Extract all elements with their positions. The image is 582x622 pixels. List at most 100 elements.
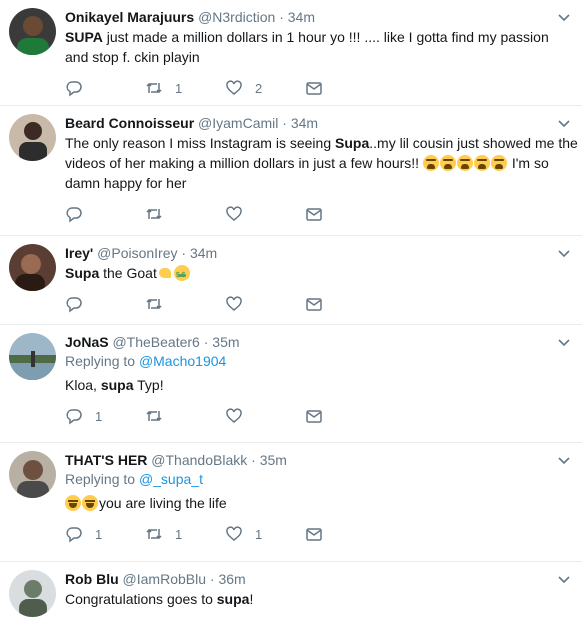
mention-link[interactable]: @_supa_t [139, 471, 203, 487]
retweet-button[interactable] [145, 205, 225, 223]
username[interactable]: @IamRobBlu [123, 571, 206, 587]
highlight-term: SUPA [65, 29, 103, 45]
tweet-actions: 1 1 1 [65, 517, 570, 551]
retweet-button[interactable]: 1 [145, 525, 225, 543]
tweet[interactable]: JoNaS @TheBeater6 · 35m Replying to @Mac… [0, 325, 582, 443]
tweet-text-part: and stop f. ckin playin [65, 49, 200, 65]
reply-button[interactable]: 1 [65, 407, 145, 425]
timestamp[interactable]: 34m [291, 115, 318, 131]
display-name[interactable]: Irey' [65, 245, 93, 261]
tweet-actions: 1 2 [65, 71, 570, 105]
tweet-text: you are living the life [65, 493, 570, 513]
username[interactable]: @IyamCamil [198, 115, 278, 131]
reply-button[interactable] [65, 295, 145, 313]
tweet[interactable]: Onikayel Marajuurs @N3rdiction · 34m SUP… [0, 0, 582, 106]
tweet[interactable]: Irey' @PoisonIrey · 34m Supa the Goat [0, 236, 582, 325]
avatar[interactable] [9, 244, 56, 291]
direct-message-button[interactable] [305, 205, 335, 223]
tweet-text: The only reason I miss Instagram is seei… [65, 133, 578, 193]
display-name[interactable]: THAT'S HER [65, 452, 147, 468]
avatar[interactable] [9, 570, 56, 617]
username[interactable]: @N3rdiction [198, 9, 275, 25]
like-button[interactable] [225, 295, 305, 313]
retweet-icon [146, 298, 162, 310]
reply-icon [66, 81, 82, 97]
tweet-text-part: Typ! [133, 377, 164, 393]
display-name[interactable]: JoNaS [65, 334, 109, 350]
caret-down-icon[interactable] [557, 453, 571, 467]
reply-count: 1 [95, 408, 103, 424]
direct-message-button[interactable] [305, 407, 335, 425]
retweet-button[interactable] [145, 295, 225, 313]
direct-message-icon [306, 208, 322, 221]
avatar[interactable] [9, 451, 56, 498]
display-name[interactable]: Rob Blu [65, 571, 119, 587]
separator: · [181, 245, 187, 261]
tweet-text-part: the Goat [99, 265, 157, 281]
retweet-icon [146, 208, 162, 220]
display-name[interactable]: Onikayel Marajuurs [65, 9, 194, 25]
direct-message-icon [306, 82, 322, 95]
crying-face-emoji [422, 155, 439, 171]
direct-message-button[interactable] [305, 525, 335, 543]
tweet[interactable]: THAT'S HER @ThandoBlakk · 35m Replying t… [0, 443, 582, 562]
tweet[interactable]: Beard Connoisseur @IyamCamil · 34m The o… [0, 106, 582, 236]
reply-button[interactable]: 1 [65, 525, 145, 543]
direct-message-button[interactable] [305, 79, 335, 97]
money-mouth-face-emoji [173, 265, 190, 286]
replying-label: Replying to [65, 353, 139, 369]
timestamp[interactable]: 36m [218, 571, 245, 587]
separator: · [282, 115, 287, 131]
highlight-term: supa [100, 377, 134, 393]
timestamp[interactable]: 35m [212, 334, 239, 350]
reply-button[interactable] [65, 205, 145, 223]
retweet-button[interactable]: 1 [145, 79, 225, 97]
direct-message-icon [306, 298, 322, 311]
retweet-button[interactable] [145, 407, 225, 425]
direct-message-icon [306, 528, 322, 541]
like-count: 1 [255, 526, 263, 542]
caret-down-icon[interactable] [557, 335, 571, 349]
crying-face-emoji [439, 155, 456, 171]
tears-of-joy-emoji [65, 495, 81, 511]
tears-of-joy-emoji [82, 495, 98, 511]
crying-face-emoji [490, 155, 507, 171]
timestamp[interactable]: 34m [288, 9, 315, 25]
like-button[interactable]: 1 [225, 525, 305, 543]
tweet-text-part: Kloa, [65, 377, 101, 393]
tweet-actions: 1 [65, 399, 570, 433]
like-button[interactable]: 2 [225, 79, 305, 97]
username[interactable]: @TheBeater6 [112, 334, 199, 350]
highlight-term: supa [216, 591, 250, 607]
separator: · [209, 571, 215, 587]
mention-link[interactable]: @Macho1904 [139, 353, 226, 369]
avatar[interactable] [9, 8, 56, 55]
tweet-text: SUPA just made a million dollars in 1 ho… [65, 27, 570, 67]
like-icon [226, 526, 242, 541]
like-button[interactable] [225, 205, 305, 223]
avatar[interactable] [9, 333, 56, 380]
timestamp[interactable]: 35m [260, 452, 287, 468]
avatar[interactable] [9, 114, 56, 161]
tweet-actions [65, 287, 570, 321]
caret-down-icon[interactable] [557, 10, 571, 24]
reply-button[interactable] [65, 79, 145, 97]
username[interactable]: @PoisonIrey [97, 245, 177, 261]
retweet-icon [146, 82, 162, 94]
tweet-text-part: ..my lil cousin just showed me the [369, 135, 578, 151]
caret-down-icon[interactable] [557, 246, 571, 260]
direct-message-button[interactable] [305, 295, 335, 313]
like-button[interactable] [225, 407, 305, 425]
reply-count: 1 [95, 526, 103, 542]
caret-down-icon[interactable] [557, 572, 571, 586]
retweet-icon [146, 528, 162, 540]
replying-to: Replying to @Macho1904 [65, 351, 570, 371]
timestamp[interactable]: 34m [190, 245, 217, 261]
tweet-text-part: videos of her making a million dollars i… [65, 155, 423, 171]
caret-down-icon[interactable] [557, 116, 571, 130]
like-count: 2 [255, 80, 263, 96]
tweet-text-part: I'm so [507, 155, 549, 171]
username[interactable]: @ThandoBlakk [151, 452, 247, 468]
tweet[interactable]: Rob Blu @IamRobBlu · 36m Congratulations… [0, 562, 582, 622]
display-name[interactable]: Beard Connoisseur [65, 115, 194, 131]
